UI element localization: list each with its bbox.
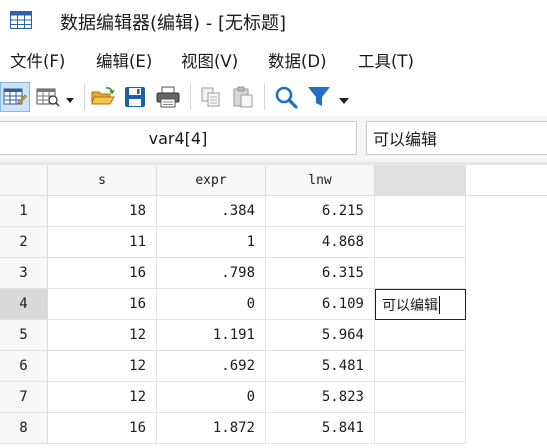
paste-button[interactable] bbox=[229, 82, 257, 112]
title-bar: 数据编辑器(编辑) - [无标题] bbox=[0, 0, 547, 42]
cell-value-input[interactable]: 可以编辑 bbox=[366, 121, 547, 155]
find-button[interactable] bbox=[271, 82, 301, 112]
table-cell[interactable]: 1 bbox=[157, 227, 266, 258]
toolbar-separator bbox=[264, 84, 265, 110]
print-button[interactable] bbox=[153, 82, 183, 112]
row-header[interactable]: 5 bbox=[0, 320, 48, 351]
table-cell[interactable] bbox=[375, 413, 466, 444]
copy-button[interactable] bbox=[197, 82, 225, 112]
table-cell[interactable]: 5.841 bbox=[266, 413, 375, 444]
table-cell[interactable]: 12 bbox=[48, 382, 157, 413]
menu-data[interactable]: 数据(D) bbox=[268, 48, 327, 72]
data-editor-app-icon bbox=[10, 11, 32, 29]
table-cell[interactable] bbox=[375, 196, 466, 227]
search-icon bbox=[275, 86, 298, 109]
row-header-active[interactable]: 4 bbox=[0, 289, 48, 320]
open-folder-icon bbox=[91, 87, 115, 105]
filter-button[interactable] bbox=[305, 82, 353, 112]
table-cell[interactable]: 18 bbox=[48, 196, 157, 227]
menu-bar: 文件(F) 编辑(E) 视图(V) 数据(D) 工具(T) bbox=[0, 42, 547, 76]
menu-file[interactable]: 文件(F) bbox=[10, 48, 65, 72]
table-cell[interactable]: 0 bbox=[157, 382, 266, 413]
cell-edit-bar: var4[4] 可以编辑 bbox=[0, 116, 547, 162]
window-title: 数据编辑器(编辑) - [无标题] bbox=[60, 13, 287, 34]
row-header[interactable]: 8 bbox=[0, 413, 48, 444]
data-grid: s expr lnw 1 18 .384 6.215 2 11 1 4.868 … bbox=[0, 165, 547, 448]
menu-tools[interactable]: 工具(T) bbox=[358, 48, 414, 72]
active-cell-editor[interactable]: 可以编辑 bbox=[375, 289, 466, 320]
open-button[interactable] bbox=[89, 82, 117, 112]
table-cell[interactable] bbox=[375, 320, 466, 351]
table-cell[interactable]: 6.315 bbox=[266, 258, 375, 289]
table-cell[interactable]: .692 bbox=[157, 351, 266, 382]
row-header[interactable]: 2 bbox=[0, 227, 48, 258]
grid-corner[interactable] bbox=[0, 165, 48, 196]
data-editor-browse-button[interactable] bbox=[34, 82, 78, 112]
table-cell[interactable]: 4.868 bbox=[266, 227, 375, 258]
table-cell[interactable]: 6.109 bbox=[266, 289, 375, 320]
table-cell[interactable]: 16 bbox=[48, 258, 157, 289]
column-header-s[interactable]: s bbox=[48, 165, 157, 196]
table-cell[interactable] bbox=[375, 382, 466, 413]
table-cell[interactable]: 5.964 bbox=[266, 320, 375, 351]
data-editor-edit-icon bbox=[3, 88, 27, 105]
row-header[interactable]: 7 bbox=[0, 382, 48, 413]
data-editor-edit-button[interactable] bbox=[0, 82, 30, 112]
text-caret bbox=[439, 295, 440, 314]
table-cell[interactable]: 5.823 bbox=[266, 382, 375, 413]
menu-view[interactable]: 视图(V) bbox=[181, 48, 238, 72]
toolbar-separator bbox=[190, 84, 191, 110]
filter-icon bbox=[308, 87, 349, 106]
column-header-expr[interactable]: expr bbox=[157, 165, 266, 196]
table-cell[interactable]: 11 bbox=[48, 227, 157, 258]
toolbar bbox=[0, 78, 547, 116]
row-header[interactable]: 3 bbox=[0, 258, 48, 289]
print-icon bbox=[156, 86, 180, 108]
table-cell[interactable]: 16 bbox=[48, 413, 157, 444]
active-cell-text: 可以编辑 bbox=[382, 297, 438, 314]
table-cell[interactable]: 16 bbox=[48, 289, 157, 320]
table-cell[interactable]: 12 bbox=[48, 351, 157, 382]
column-header-empty bbox=[466, 165, 547, 196]
save-button[interactable] bbox=[121, 82, 149, 112]
table-cell[interactable] bbox=[375, 351, 466, 382]
toolbar-separator bbox=[84, 84, 85, 110]
column-header-var4[interactable] bbox=[375, 165, 466, 196]
menu-edit[interactable]: 编辑(E) bbox=[96, 48, 152, 72]
table-cell[interactable]: 1.191 bbox=[157, 320, 266, 351]
table-cell[interactable]: .384 bbox=[157, 196, 266, 227]
table-cell[interactable] bbox=[375, 258, 466, 289]
table-cell[interactable]: 0 bbox=[157, 289, 266, 320]
table-cell[interactable]: 12 bbox=[48, 320, 157, 351]
row-header[interactable]: 6 bbox=[0, 351, 48, 382]
row-header[interactable]: 1 bbox=[0, 196, 48, 227]
data-editor-browse-icon bbox=[36, 88, 74, 107]
paste-icon bbox=[233, 86, 253, 108]
table-cell[interactable]: 6.215 bbox=[266, 196, 375, 227]
cell-reference-box[interactable]: var4[4] bbox=[0, 121, 357, 155]
table-cell[interactable]: .798 bbox=[157, 258, 266, 289]
column-header-lnw[interactable]: lnw bbox=[266, 165, 375, 196]
copy-icon bbox=[201, 87, 220, 107]
save-icon bbox=[125, 87, 145, 107]
table-cell[interactable]: 5.481 bbox=[266, 351, 375, 382]
table-cell[interactable]: 1.872 bbox=[157, 413, 266, 444]
table-cell[interactable] bbox=[375, 227, 466, 258]
